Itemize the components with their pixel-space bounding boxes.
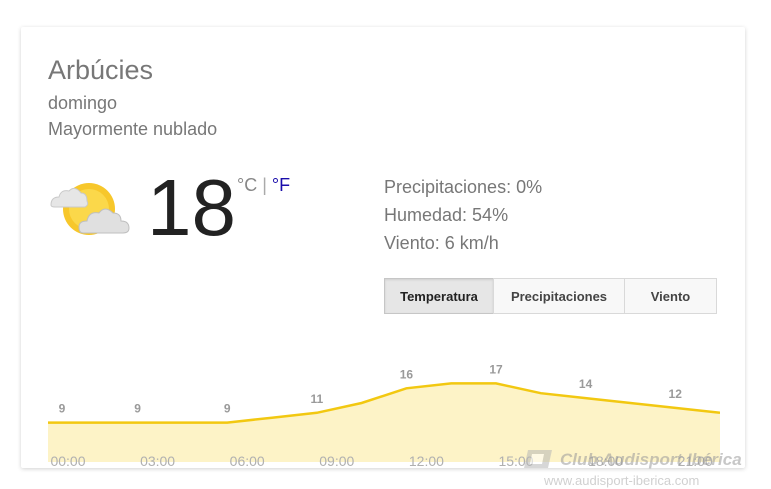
temperature-value-label: 16 xyxy=(400,367,414,381)
humidity-detail: Humedad: 54% xyxy=(384,205,509,225)
hour-tick-label: 12:00 xyxy=(409,453,444,467)
hour-tick-label: 00:00 xyxy=(50,453,85,467)
celsius-unit[interactable]: °C xyxy=(237,175,257,195)
current-temperature: 18 xyxy=(147,163,236,252)
chart-tabs: Temperatura Precipitaciones Viento xyxy=(384,278,717,314)
temperature-value-label: 11 xyxy=(310,392,323,406)
partly-cloudy-icon xyxy=(50,183,130,235)
temperature-value-label: 9 xyxy=(224,402,231,416)
precipitation-detail: Precipitaciones: 0% xyxy=(384,177,543,197)
hour-tick-label: 09:00 xyxy=(319,453,354,467)
temperature-value-label: 14 xyxy=(579,377,593,391)
unit-switcher: °C | °F xyxy=(237,175,290,196)
temperature-value-label: 17 xyxy=(489,362,503,376)
temperature-value-label: 12 xyxy=(669,387,683,401)
fahrenheit-unit-link[interactable]: °F xyxy=(272,175,290,195)
watermark-url: www.audisport-iberica.com xyxy=(544,473,700,488)
condition-label: Mayormente nublado xyxy=(48,119,218,139)
temperature-value-label: 9 xyxy=(134,402,141,416)
weather-details: Precipitaciones: 0% Humedad: 54% Viento:… xyxy=(384,173,542,257)
location-title: Arbúcies xyxy=(48,55,154,85)
tab-temperatura[interactable]: Temperatura xyxy=(384,278,494,314)
wind-detail: Viento: 6 km/h xyxy=(384,233,499,253)
club-logo-icon xyxy=(524,450,552,468)
tab-precipitaciones[interactable]: Precipitaciones xyxy=(493,278,625,314)
hour-tick-label: 03:00 xyxy=(140,453,175,467)
watermark: Club Audisport Ibérica www.audisport-ibe… xyxy=(520,446,770,489)
tab-viento[interactable]: Viento xyxy=(624,278,717,314)
temperature-value-label: 9 xyxy=(59,402,66,416)
day-label: domingo xyxy=(48,93,118,113)
watermark-title: Club Audisport Ibérica xyxy=(560,450,742,469)
unit-separator: | xyxy=(262,175,267,195)
hour-tick-label: 06:00 xyxy=(230,453,265,467)
weather-card: Arbúcies domingo Mayormente nublado 18 °… xyxy=(21,27,745,468)
